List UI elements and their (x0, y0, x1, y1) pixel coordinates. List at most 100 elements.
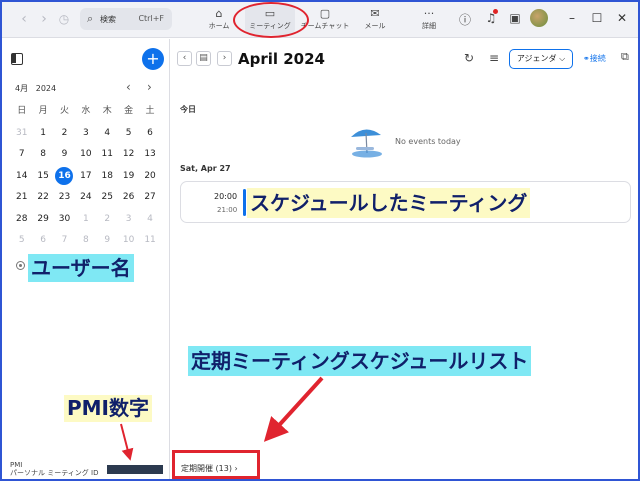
search-icon: ⌕ (87, 12, 94, 25)
annotation-scheduled-meeting: スケジュールしたミーティング (247, 188, 531, 218)
calendar-day[interactable]: 7 (54, 230, 75, 252)
calendar-day[interactable]: 6 (32, 230, 53, 252)
calendar-day[interactable]: 6 (139, 123, 160, 145)
calendar-day[interactable]: 8 (32, 144, 53, 166)
calendar-day[interactable]: 27 (139, 187, 160, 209)
calendar-day[interactable]: 12 (118, 144, 139, 166)
help-icon[interactable]: ⓘ (457, 11, 473, 28)
search-shortcut: Ctrl+F (138, 14, 164, 23)
close-icon[interactable]: ✕ (615, 11, 629, 25)
refresh-icon[interactable]: ↻ (464, 51, 474, 65)
external-link-icon[interactable]: ⧉ (621, 50, 629, 64)
chevron-left-icon[interactable]: ‹ (15, 10, 33, 28)
meetings-tab-highlight (233, 2, 309, 38)
sidebar-toggle-icon[interactable] (11, 53, 23, 65)
new-meeting-button[interactable]: + (142, 48, 164, 70)
today-marker: 16 (55, 166, 74, 185)
prev-month-icon[interactable]: ‹ (126, 80, 131, 94)
today-calendar-button[interactable]: ▤ (196, 51, 211, 66)
calendar-day[interactable]: 14 (11, 166, 32, 188)
calendar-day[interactable]: 9 (97, 230, 118, 252)
calendar-day[interactable]: 23 (54, 187, 75, 209)
avatar[interactable] (530, 9, 548, 27)
chevron-right-icon[interactable]: › (35, 10, 53, 28)
calendar-week: 7 8 9 10 11 12 13 (11, 144, 161, 166)
mini-calendar-month: 4月 2024 (15, 83, 56, 94)
weekday-header: 水 (81, 106, 91, 116)
notification-dot (493, 9, 498, 14)
calendar-day[interactable]: 10 (118, 230, 139, 252)
search-input[interactable]: ⌕ 検索 Ctrl+F (80, 8, 172, 30)
pmi-label: PMI パーソナル ミーティング ID (10, 461, 99, 477)
calendar-day[interactable]: 26 (118, 187, 139, 209)
apps-icon[interactable]: ▣ (507, 11, 523, 25)
calendar-day[interactable]: 1 (75, 209, 96, 231)
calendar-day[interactable]: 2 (54, 123, 75, 145)
calendar-day[interactable]: 29 (32, 209, 53, 231)
calendar-day[interactable]: 5 (11, 230, 32, 252)
calendar-day[interactable]: 20 (139, 166, 160, 188)
main-panel: ‹ ▤ › April 2024 ↻ ≡ アジェンダ ⌵ ⚭接続 ⧉ 今日 No… (171, 39, 638, 479)
calendar-day[interactable]: 19 (118, 166, 139, 188)
calendar-day[interactable]: 17 (75, 166, 96, 188)
history-icon[interactable]: ◷ (55, 10, 73, 28)
calendar-day[interactable]: 5 (118, 123, 139, 145)
weekday-header: 月 (38, 106, 48, 116)
year-label: 2024 (35, 84, 57, 93)
calendar-day[interactable]: 15 (32, 166, 53, 188)
calendar-day[interactable]: 18 (97, 166, 118, 188)
search-label: 検索 (100, 15, 116, 24)
weekday-header: 日 (17, 106, 27, 116)
pmi-label-line2: パーソナル ミーティング ID (10, 469, 99, 477)
annotation-pmi-number: PMI数字 (64, 395, 153, 422)
event-end-time: 21:00 (217, 206, 238, 214)
calendar-day[interactable]: 22 (32, 187, 53, 209)
tab-more[interactable]: ··· 詳細 (404, 5, 454, 35)
left-panel: + 4月 2024 ‹ › 日 月 火 水 木 金 土 31 1 2 3 4 5… (2, 39, 170, 479)
calendar-day[interactable]: 1 (32, 123, 53, 145)
calendar-day[interactable]: 3 (118, 209, 139, 231)
calendar-day[interactable]: 7 (11, 144, 32, 166)
filter-icon[interactable]: ≡ (489, 51, 499, 65)
calendar-week: 28 29 30 1 2 3 4 (11, 209, 161, 231)
today-heading: 今日 (180, 105, 196, 114)
calendar-account-radio[interactable] (16, 261, 25, 270)
period-title: April 2024 (238, 50, 325, 68)
next-period-button[interactable]: › (217, 51, 232, 66)
calendar-day[interactable]: 3 (75, 123, 96, 145)
tab-mail[interactable]: ✉ メール (350, 5, 400, 35)
calendar-day[interactable]: 24 (75, 187, 96, 209)
calendar-day[interactable]: 21 (11, 187, 32, 209)
maximize-icon[interactable]: ☐ (590, 11, 604, 25)
weekday-header: 金 (124, 106, 134, 116)
calendar-day[interactable]: 2 (97, 209, 118, 231)
calendar-day[interactable]: 13 (139, 144, 160, 166)
annotation-recurring-list: 定期ミーティングスケジュールリスト (188, 346, 532, 376)
calendar-day[interactable]: 28 (11, 209, 32, 231)
calendar-week: 31 1 2 3 4 5 6 (11, 123, 161, 145)
calendar-day[interactable]: 8 (75, 230, 96, 252)
calendar-day[interactable]: 11 (97, 144, 118, 166)
calendar-day[interactable]: 31 (11, 123, 32, 145)
recurring-meetings-button[interactable]: 定期開催 (13) › (181, 463, 238, 474)
view-mode-select[interactable]: アジェンダ ⌵ (509, 49, 573, 69)
calendar-day[interactable]: 9 (54, 144, 75, 166)
pmi-value-redacted[interactable] (107, 465, 163, 474)
calendar-day[interactable]: 25 (97, 187, 118, 209)
next-month-icon[interactable]: › (147, 80, 152, 94)
calendar-day[interactable]: 4 (97, 123, 118, 145)
annotation-username: ユーザー名 (28, 254, 134, 282)
calendar-day[interactable]: 10 (75, 144, 96, 166)
weekday-header-row: 日 月 火 水 木 金 土 (11, 101, 161, 123)
more-icon: ··· (423, 7, 435, 20)
calendar-day[interactable]: 11 (139, 230, 160, 252)
calendar-day-today[interactable]: 16 (54, 166, 75, 188)
weekday-header: 木 (102, 106, 112, 116)
calendar-day[interactable]: 4 (139, 209, 160, 231)
previous-period-button[interactable]: ‹ (177, 51, 192, 66)
connect-button[interactable]: ⚭接続 (583, 53, 606, 64)
beach-umbrella-icon (351, 129, 382, 158)
calendar-week: 5 6 7 8 9 10 11 (11, 230, 161, 252)
calendar-day[interactable]: 30 (54, 209, 75, 231)
minimize-icon[interactable]: – (565, 11, 579, 25)
